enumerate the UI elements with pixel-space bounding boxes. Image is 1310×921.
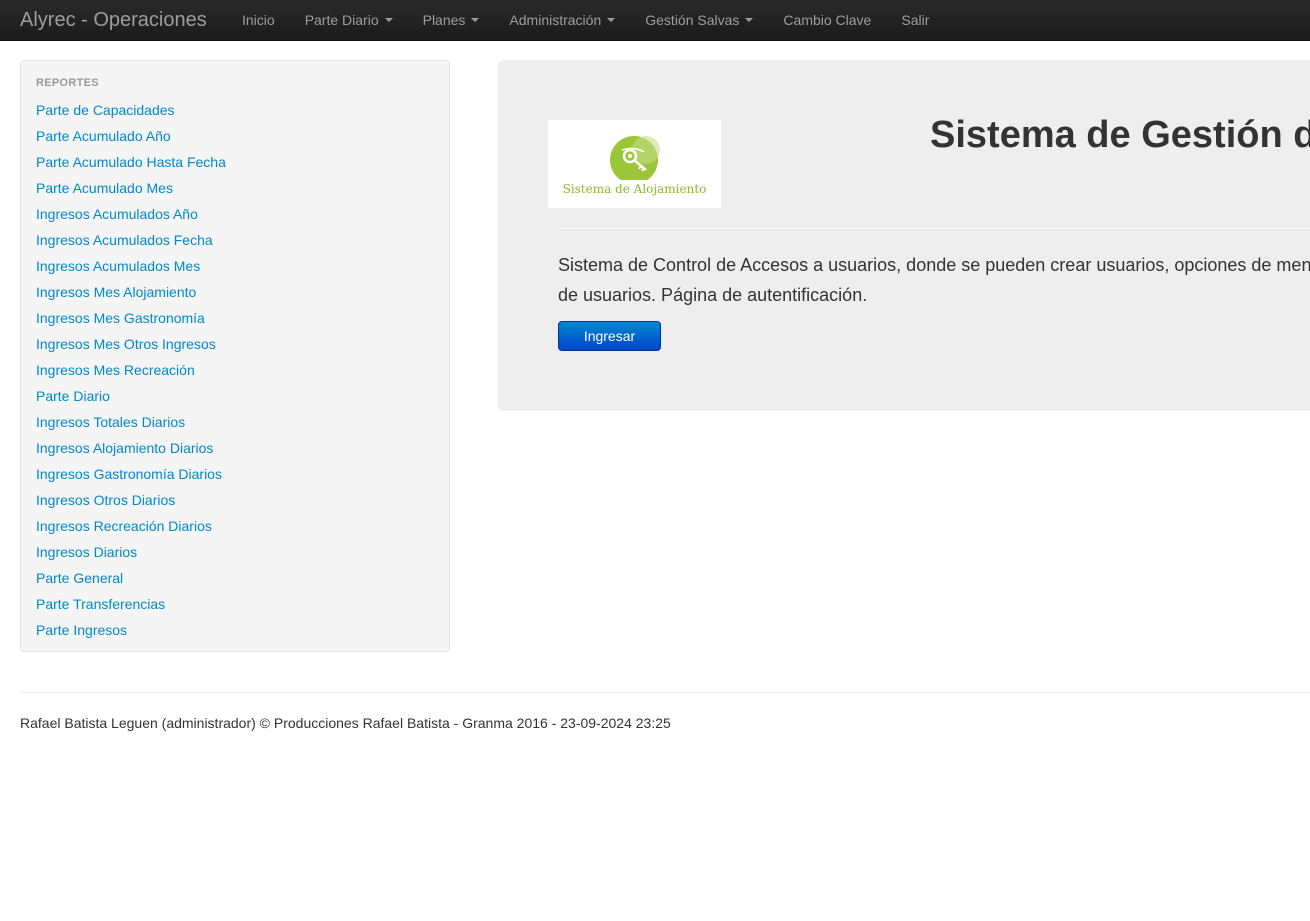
sidebar-link[interactable]: Parte Diario (36, 388, 110, 404)
top-navbar: Alyrec - Operaciones Inicio Parte Diario… (0, 0, 1310, 41)
hero-description: Sistema de Control de Accesos a usuarios… (558, 250, 1310, 310)
sidebar-list: Parte de Capacidades Parte Acumulado Año… (36, 97, 226, 643)
hero-description-line1: Sistema de Control de Accesos a usuarios… (558, 255, 1310, 275)
list-item: Ingresos Mes Gastronomía (36, 305, 226, 331)
divider (558, 228, 1310, 230)
nav-item-gestion-salvas[interactable]: Gestión Salvas (630, 0, 768, 41)
brand-title[interactable]: Alyrec - Operaciones (20, 8, 207, 32)
list-item: Ingresos Otros Diarios (36, 487, 226, 513)
sidebar-link[interactable]: Parte de Capacidades (36, 102, 175, 118)
list-item: Parte General (36, 565, 226, 591)
list-item: Ingresos Mes Alojamiento (36, 279, 226, 305)
sidebar-link[interactable]: Ingresos Mes Gastronomía (36, 310, 205, 326)
sidebar-link[interactable]: Ingresos Otros Diarios (36, 492, 175, 508)
list-item: Ingresos Acumulados Mes (36, 253, 226, 279)
list-item: Ingresos Diarios (36, 539, 226, 565)
list-item: Parte Ingresos (36, 617, 226, 643)
nav-item-planes[interactable]: Planes (408, 0, 495, 41)
footer-text: Rafael Batista Leguen (administrador) © … (20, 715, 671, 731)
sidebar-reports: REPORTES Parte de Capacidades Parte Acum… (20, 60, 450, 652)
list-item: Parte Acumulado Año (36, 123, 226, 149)
lodging-logo-icon (610, 136, 660, 184)
nav-item-label: Administración (509, 12, 602, 28)
sidebar-link[interactable]: Parte Acumulado Mes (36, 180, 173, 196)
sidebar-link[interactable]: Parte Ingresos (36, 622, 127, 638)
hero-unit: Sistema de Alojamiento Sistema de Gestió… (498, 60, 1310, 411)
sidebar-link[interactable]: Ingresos Acumulados Año (36, 206, 198, 222)
list-item: Ingresos Acumulados Fecha (36, 227, 226, 253)
nav-item-cambio-clave[interactable]: Cambio Clave (768, 0, 886, 41)
nav-item-label: Parte Diario (304, 12, 379, 28)
sidebar-link[interactable]: Parte Transferencias (36, 596, 165, 612)
nav-item-label: Inicio (242, 12, 275, 28)
list-item: Parte Transferencias (36, 591, 226, 617)
page-title: Sistema de Gestión d (930, 114, 1310, 156)
nav-item-label: Planes (422, 12, 466, 28)
list-item: Parte Acumulado Mes (36, 175, 226, 201)
hero-description-line2: de usuarios. Página de autentificación. (558, 285, 868, 305)
list-item: Parte de Capacidades (36, 97, 226, 123)
nav-item-label: Gestión Salvas (645, 12, 740, 28)
sidebar-link[interactable]: Parte Acumulado Año (36, 128, 171, 144)
nav-item-salir[interactable]: Salir (886, 0, 944, 41)
caret-down-icon (607, 18, 616, 23)
list-item: Ingresos Acumulados Año (36, 201, 226, 227)
sidebar-link[interactable]: Parte General (36, 570, 123, 586)
list-item: Ingresos Mes Recreación (36, 357, 226, 383)
sidebar-link[interactable]: Parte Acumulado Hasta Fecha (36, 154, 226, 170)
sidebar-link[interactable]: Ingresos Acumulados Fecha (36, 232, 213, 248)
sidebar-link[interactable]: Ingresos Mes Otros Ingresos (36, 336, 216, 352)
nav-item-inicio[interactable]: Inicio (227, 0, 290, 41)
login-button[interactable]: Ingresar (558, 321, 661, 351)
sidebar-link[interactable]: Ingresos Gastronomía Diarios (36, 466, 222, 482)
sidebar-link[interactable]: Ingresos Recreación Diarios (36, 518, 212, 534)
caret-down-icon (745, 18, 754, 23)
list-item: Ingresos Recreación Diarios (36, 513, 226, 539)
list-item: Parte Acumulado Hasta Fecha (36, 149, 226, 175)
list-item: Ingresos Gastronomía Diarios (36, 461, 226, 487)
sidebar-link[interactable]: Ingresos Diarios (36, 544, 137, 560)
sidebar-link[interactable]: Ingresos Alojamiento Diarios (36, 440, 213, 456)
sidebar-header: REPORTES (36, 77, 99, 89)
list-item: Ingresos Totales Diarios (36, 409, 226, 435)
nav-item-label: Cambio Clave (783, 12, 872, 28)
list-item: Parte Diario (36, 383, 226, 409)
nav-item-administracion[interactable]: Administración (494, 0, 630, 41)
main-nav: Inicio Parte Diario Planes Administració… (227, 0, 944, 41)
list-item: Ingresos Mes Otros Ingresos (36, 331, 226, 357)
list-item: Ingresos Alojamiento Diarios (36, 435, 226, 461)
footer-divider (20, 692, 1310, 693)
sidebar-link[interactable]: Ingresos Mes Recreación (36, 362, 195, 378)
nav-item-label: Salir (901, 12, 930, 28)
caret-down-icon (471, 18, 480, 23)
sidebar-link[interactable]: Ingresos Totales Diarios (36, 414, 185, 430)
caret-down-icon (384, 18, 393, 23)
app-logo: Sistema de Alojamiento (548, 120, 721, 208)
sidebar-link[interactable]: Ingresos Acumulados Mes (36, 258, 200, 274)
sidebar-link[interactable]: Ingresos Mes Alojamiento (36, 284, 196, 300)
logo-text: Sistema de Alojamiento (562, 182, 707, 196)
nav-item-parte-diario[interactable]: Parte Diario (290, 0, 408, 41)
